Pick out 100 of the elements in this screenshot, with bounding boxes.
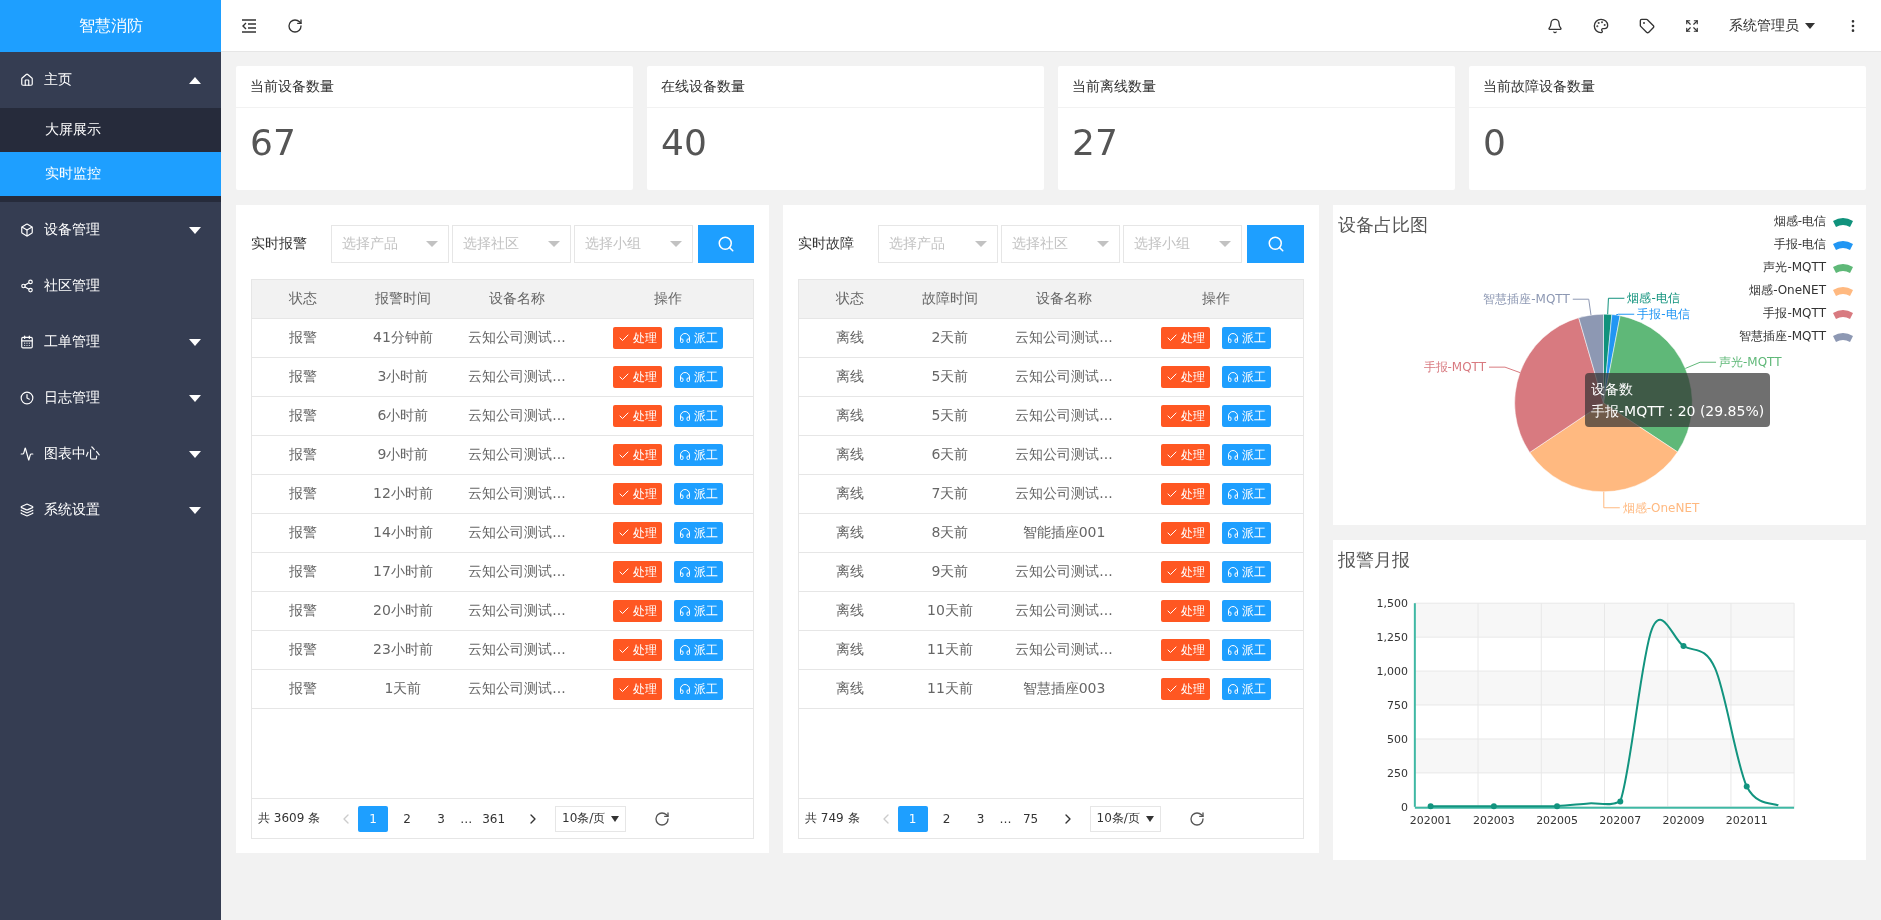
- tooltip-text: 手报-MQTT : 20 (29.85%): [1591, 402, 1765, 421]
- legend-label: 声光-MQTT: [1763, 259, 1826, 276]
- table-cell-text: 7天前: [930, 485, 970, 503]
- logo: 智慧消防: [0, 0, 221, 52]
- table-cell-text: 23小时前: [372, 641, 434, 659]
- stat-title: 当前离线数量: [1058, 66, 1455, 108]
- card-title: 报警月报: [1337, 548, 1411, 572]
- table-cell-text: 8天前: [930, 524, 970, 542]
- table-cell-text: 11天前: [926, 680, 974, 698]
- table-cell-text: 14小时前: [372, 524, 434, 542]
- table-cell-text: 云知公司测试...: [467, 563, 567, 581]
- legend-label: 智慧插座-MQTT: [1739, 328, 1826, 345]
- slice-label: 烟感-OneNET: [1622, 500, 1700, 515]
- table-cell-text: 智能插座001: [1021, 524, 1107, 542]
- table-cell-text: 云知公司测试...: [1014, 563, 1114, 581]
- legend-label: 手报-电信: [1773, 236, 1826, 253]
- y-tick-label: 0: [1400, 800, 1408, 814]
- slice-label: 烟感-电信: [1627, 291, 1680, 306]
- table-cell-text: 云知公司测试...: [1014, 407, 1114, 425]
- table-cell-text: 云知公司测试...: [467, 407, 567, 425]
- table-cell-text: 离线: [835, 641, 865, 659]
- table-cell-text: 报警: [288, 485, 318, 503]
- table-cell-text: 5天前: [930, 407, 970, 425]
- table-cell-text: 报警: [288, 368, 318, 386]
- table-cell-text: 智慧插座003: [1021, 680, 1107, 698]
- stat-title: 在线设备数量: [647, 66, 1044, 108]
- card-title: 设备占比图: [1337, 213, 1429, 237]
- y-tick-label: 1,250: [1376, 631, 1408, 645]
- table-cell-text: 离线: [835, 446, 865, 464]
- table-cell-text: 离线: [835, 680, 865, 698]
- table-cell-text: 离线: [835, 485, 865, 503]
- table-cell-text: 云知公司测试...: [1014, 602, 1114, 620]
- column-header: 设备名称: [488, 290, 546, 308]
- slice-label: 手报-MQTT: [1423, 360, 1487, 375]
- table-cell-text: 云知公司测试...: [1014, 641, 1114, 659]
- column-header: 操作: [1201, 290, 1231, 308]
- column-header: 状态: [835, 290, 865, 308]
- menu-label: 设备管理: [44, 221, 101, 239]
- table-cell-text: 报警: [288, 329, 318, 347]
- column-header: 状态: [288, 290, 318, 308]
- legend-label: 烟感-OneNET: [1749, 282, 1826, 299]
- table-cell-text: 云知公司测试...: [467, 641, 567, 659]
- tooltip-title: 设备数: [1591, 380, 1633, 399]
- ellipsis: …: [460, 811, 473, 826]
- x-tick-label: 202003: [1472, 813, 1515, 827]
- total-count: 共 3609 条: [258, 810, 321, 827]
- table-cell-text: 41分钟前: [372, 329, 434, 347]
- menu-label: 工单管理: [44, 333, 101, 351]
- table-cell-text: 离线: [835, 368, 865, 386]
- stat-value: 40: [660, 121, 708, 165]
- table-cell-text: 1天前: [383, 680, 423, 698]
- table-cell-text: 12小时前: [372, 485, 434, 503]
- table-cell-text: 17小时前: [372, 563, 434, 581]
- ellipsis: …: [999, 811, 1012, 826]
- table-cell-text: 云知公司测试...: [467, 329, 567, 347]
- legend-label: 手报-MQTT: [1763, 305, 1826, 322]
- y-tick-label: 250: [1386, 766, 1408, 780]
- stat-value: 27: [1071, 121, 1119, 165]
- table-cell-text: 离线: [835, 407, 865, 425]
- column-header: 故障时间: [921, 290, 979, 308]
- menu-label: 社区管理: [44, 277, 101, 295]
- menu-label: 图表中心: [44, 445, 101, 463]
- x-tick-label: 202001: [1409, 813, 1452, 827]
- table-cell-text: 离线: [835, 602, 865, 620]
- stat-title: 当前设备数量: [236, 66, 633, 108]
- panel-title: 实时故障: [798, 235, 855, 253]
- x-tick-label: 202007: [1599, 813, 1642, 827]
- table-cell-text: 9小时前: [376, 446, 430, 464]
- slice-label: 手报-电信: [1637, 307, 1690, 322]
- menu-label: 系统设置: [44, 501, 101, 519]
- table-cell-text: 离线: [835, 329, 865, 347]
- slice-label: 声光-MQTT: [1719, 355, 1782, 370]
- x-tick-label: 202011: [1725, 813, 1768, 827]
- table-cell-text: 20小时前: [372, 602, 434, 620]
- table-cell-text: 报警: [288, 680, 318, 698]
- table-cell-text: 云知公司测试...: [1014, 329, 1114, 347]
- table-cell-text: 云知公司测试...: [467, 680, 567, 698]
- x-tick-label: 202005: [1536, 813, 1578, 827]
- table-cell-text: 云知公司测试...: [467, 368, 567, 386]
- y-tick-label: 750: [1386, 699, 1408, 712]
- slice-label: 智慧插座-MQTT: [1483, 292, 1570, 307]
- menu-label: 主页: [44, 71, 73, 89]
- stat-value: 67: [249, 121, 297, 165]
- column-header: 报警时间: [374, 290, 432, 308]
- table-cell-text: 报警: [288, 563, 318, 581]
- table-cell-text: 报警: [288, 407, 318, 425]
- table-cell-text: 云知公司测试...: [467, 524, 567, 542]
- table-cell-text: 9天前: [930, 563, 970, 581]
- table-cell-text: 离线: [835, 524, 865, 542]
- table-cell-text: 离线: [835, 563, 865, 581]
- table-cell-text: 5天前: [930, 368, 970, 386]
- panel-title: 实时报警: [251, 235, 308, 253]
- stat-title: 当前故障设备数量: [1469, 66, 1866, 108]
- table-cell-text: 报警: [288, 602, 318, 620]
- table-cell-text: 报警: [288, 446, 318, 464]
- legend-label: 烟感-电信: [1773, 213, 1826, 230]
- table-cell-text: 报警: [288, 524, 318, 542]
- table-cell-text: 云知公司测试...: [467, 485, 567, 503]
- table-cell-text: 6天前: [930, 446, 970, 464]
- table-cell-text: 3小时前: [376, 368, 430, 386]
